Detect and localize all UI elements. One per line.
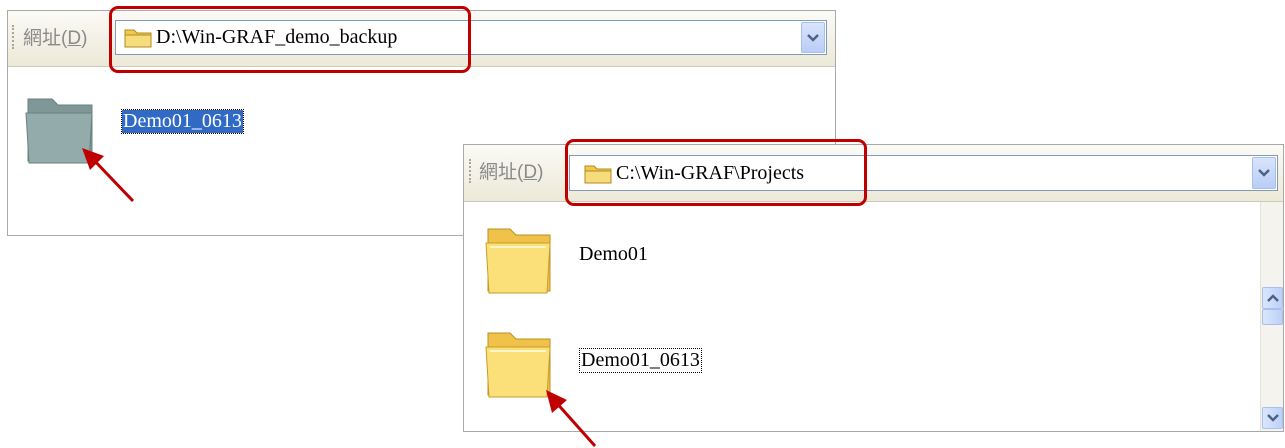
folder-item[interactable]: Demo01_0613 [24, 91, 284, 171]
address-accesskey: D [523, 162, 538, 183]
folder-item[interactable]: Demo01_0613 [484, 325, 744, 405]
arrow-annotation-icon [546, 390, 597, 447]
highlight-box [565, 139, 867, 206]
scroll-thumb[interactable] [1262, 309, 1283, 325]
chevron-down-icon [1266, 414, 1279, 422]
chevron-down-icon [807, 33, 819, 42]
address-label-text: 網址 [23, 28, 62, 49]
address-label: 網址(D) [23, 28, 88, 49]
folder-icon [485, 228, 551, 294]
highlight-box [109, 6, 471, 73]
vertical-scrollbar[interactable] [1260, 202, 1283, 431]
arrow-annotation-icon [82, 148, 135, 203]
folder-label[interactable]: Demo01_0613 [121, 109, 244, 134]
address-label-text: 網址 [479, 162, 518, 183]
chevron-up-icon [1266, 294, 1279, 302]
toolbar-grip[interactable] [469, 159, 474, 183]
folder-label[interactable]: Demo01_0613 [579, 348, 702, 373]
scroll-down-button[interactable] [1262, 407, 1283, 429]
address-label: 網址(D) [479, 162, 544, 183]
folder-label[interactable]: Demo01 [579, 243, 648, 266]
chevron-down-icon [1258, 169, 1270, 177]
address-dropdown-button[interactable] [1252, 157, 1276, 189]
toolbar-grip[interactable] [12, 25, 17, 49]
address-dropdown-button[interactable] [801, 22, 825, 53]
address-accesskey: D [67, 28, 82, 49]
scroll-up-button[interactable] [1262, 287, 1283, 309]
folder-item[interactable]: Demo01 [484, 221, 744, 301]
